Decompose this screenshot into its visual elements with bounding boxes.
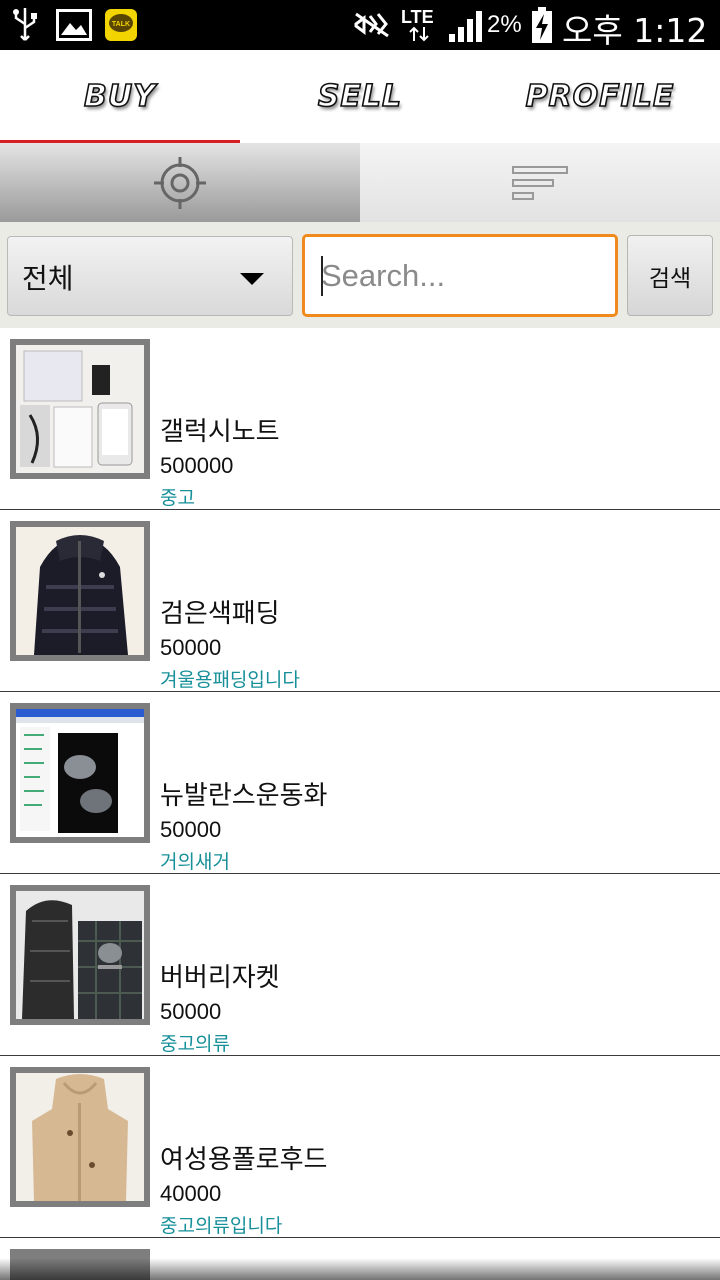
item-description: 중고의류입니다 <box>160 1215 283 1237</box>
item-title: 갤럭시노트 <box>160 417 280 447</box>
list-item[interactable]: 갤럭시노트 500000 중고 <box>0 328 720 510</box>
item-title: 검은색패딩 <box>160 599 280 629</box>
item-price: 50000 <box>160 999 222 1024</box>
item-price: 50000 <box>160 635 222 660</box>
list-item[interactable]: 뉴발란스운동화 50000 거의새거 <box>0 692 720 874</box>
battery-charging-icon <box>532 7 552 43</box>
search-button[interactable]: 검색 <box>627 235 713 316</box>
list-item[interactable]: 버버리자켓 50000 중고의류 <box>0 874 720 1056</box>
item-title: 버버리자켓 <box>160 963 280 993</box>
tab-sell[interactable]: SELL <box>240 50 480 143</box>
item-title: 뉴발란스운동화 <box>160 781 328 811</box>
search-input[interactable] <box>302 234 618 317</box>
item-title: 여성용폴로후드 <box>160 1145 328 1175</box>
status-bar: TALK LTE 2% 오후 1:12 <box>0 0 720 50</box>
item-price: 500000 <box>160 453 234 478</box>
network-type: LTE <box>401 7 434 27</box>
kakaotalk-icon: TALK <box>105 9 137 41</box>
item-price: 40000 <box>160 1181 222 1206</box>
data-arrows-icon <box>409 26 429 42</box>
view-mode-toggle <box>0 143 720 222</box>
location-mode-button[interactable] <box>0 143 360 222</box>
signal-icon <box>449 11 482 42</box>
scroll-fade-edge <box>0 1258 720 1280</box>
item-description: 중고 <box>160 487 195 509</box>
top-tab-bar: BUY SELL PROFILE <box>0 50 720 143</box>
category-dropdown[interactable]: 전체 <box>7 236 293 316</box>
item-description: 겨울용패딩입니다 <box>160 669 300 691</box>
item-description: 중고의류 <box>160 1033 230 1055</box>
usb-icon <box>13 8 37 41</box>
text-cursor <box>321 256 323 296</box>
svg-text:TALK: TALK <box>112 21 130 28</box>
list-item[interactable]: 검은색패딩 50000 겨울용패딩입니다 <box>0 510 720 692</box>
dropdown-arrow-icon <box>240 273 264 285</box>
tab-buy[interactable]: BUY <box>0 50 240 143</box>
list-sort-icon <box>512 165 568 200</box>
filter-bar: 전체 검색 <box>0 222 720 328</box>
category-value: 전체 <box>22 262 74 295</box>
item-thumbnail <box>10 885 150 1025</box>
item-thumbnail <box>10 521 150 661</box>
item-thumbnail <box>10 1067 150 1207</box>
item-description: 거의새거 <box>160 851 230 873</box>
battery-percent: 2% <box>487 11 522 38</box>
item-thumbnail <box>10 703 150 843</box>
location-target-icon <box>154 156 206 209</box>
item-list: 갤럭시노트 500000 중고 검은색패딩 50000 겨울용패딩입니다 뉴발란… <box>0 328 720 1238</box>
item-thumbnail <box>10 339 150 479</box>
list-mode-button[interactable] <box>360 143 720 222</box>
gallery-icon <box>56 9 92 41</box>
tab-profile[interactable]: PROFILE <box>480 50 720 143</box>
list-item[interactable]: 여성용폴로후드 40000 중고의류입니다 <box>0 1056 720 1238</box>
no-sound-icon <box>354 12 389 38</box>
clock: 오후 1:12 <box>562 11 708 50</box>
item-price: 50000 <box>160 817 222 842</box>
